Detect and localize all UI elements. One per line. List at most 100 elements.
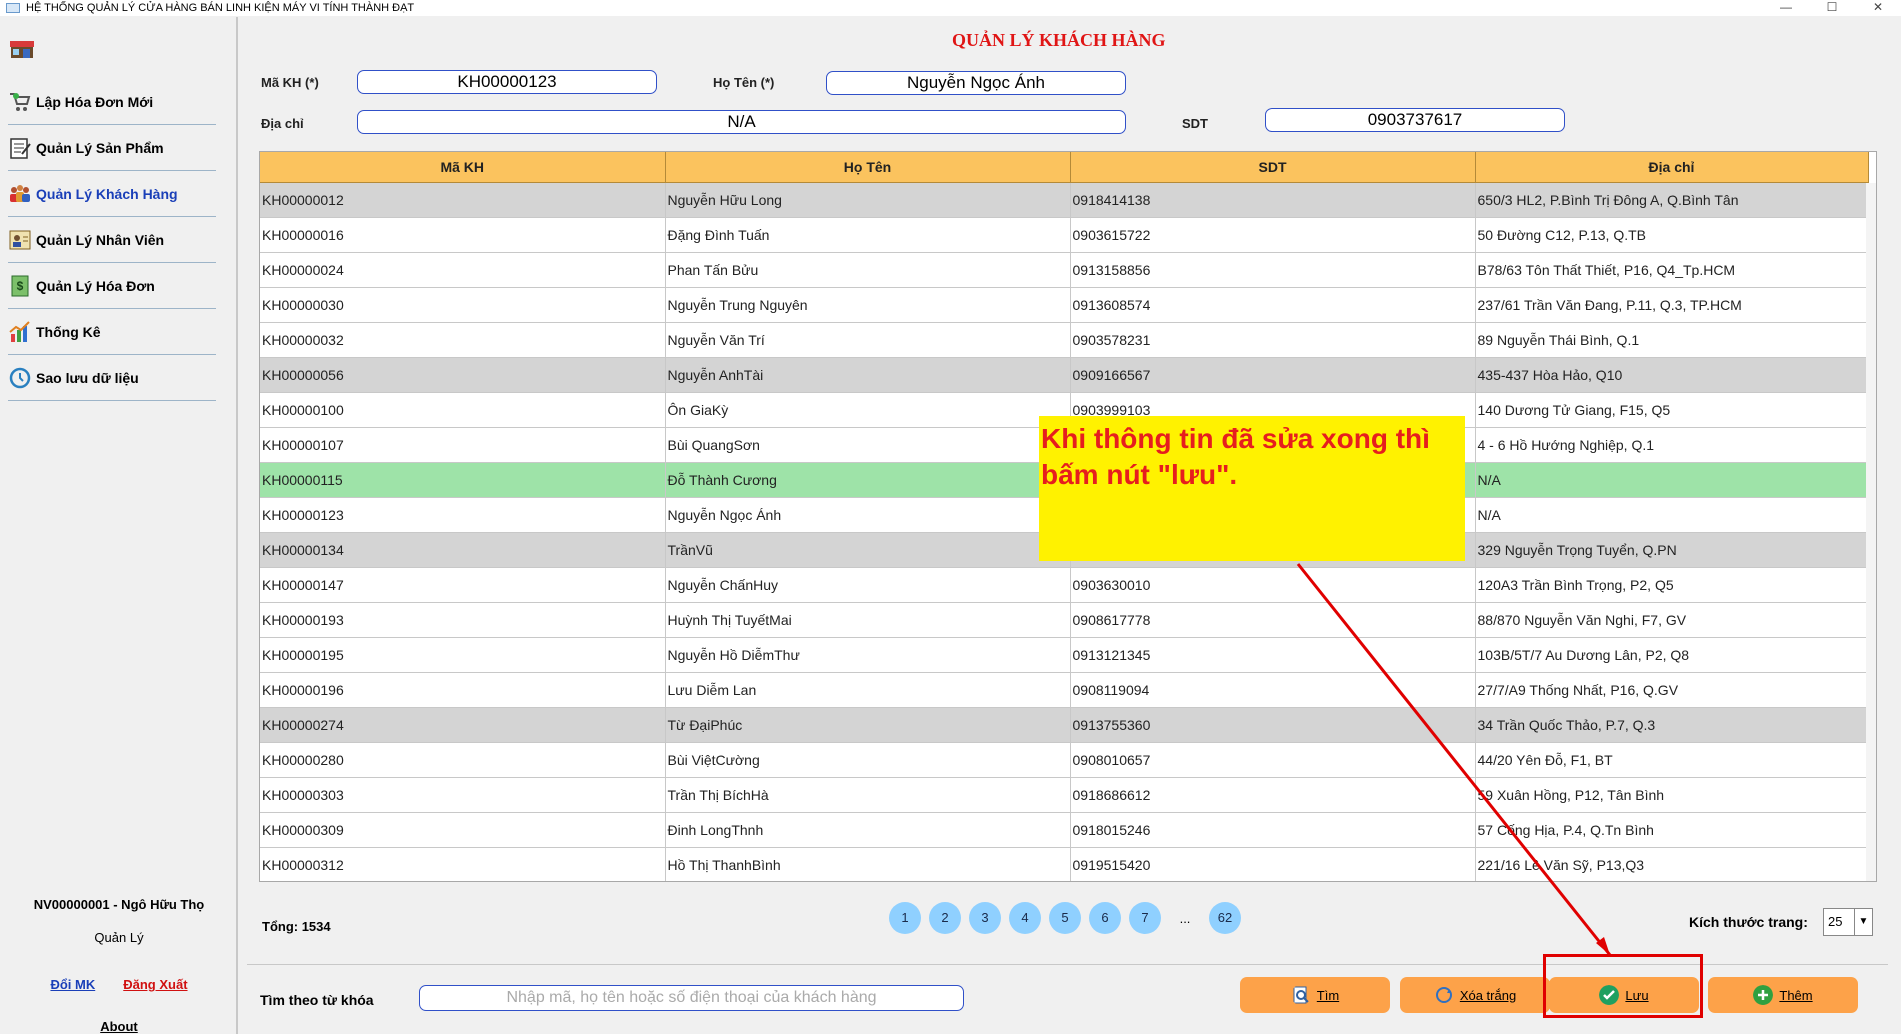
- table-cell[interactable]: Nguyễn Hồ DiễmThư: [665, 637, 1071, 673]
- table-cell[interactable]: 120A3 Trần Bình Trọng, P2, Q5: [1475, 567, 1869, 603]
- table-row[interactable]: KH00000195 Nguyễn Hồ DiễmThư 0913121345 103…: [260, 637, 1869, 673]
- table-cell[interactable]: KH00000280: [260, 742, 666, 778]
- table-cell[interactable]: Hồ Thị ThanhBình: [665, 847, 1071, 881]
- table-cell[interactable]: KH00000196: [260, 672, 666, 708]
- minimize-button[interactable]: —: [1763, 0, 1809, 16]
- table-cell[interactable]: Phan Tấn Bửu: [665, 252, 1071, 288]
- table-cell[interactable]: 0918015246: [1070, 812, 1476, 848]
- add-button[interactable]: Thêm: [1708, 977, 1858, 1013]
- sidebar-item-nhan-vien[interactable]: Quản Lý Nhân Viên: [8, 217, 216, 263]
- column-header-ma-kh[interactable]: Mã KH: [260, 152, 666, 183]
- sidebar-item-san-pham[interactable]: Quản Lý Sản Phẩm: [8, 125, 216, 171]
- table-cell[interactable]: KH00000012: [260, 182, 666, 218]
- table-cell[interactable]: 0908119094: [1070, 672, 1476, 708]
- column-header-dia-chi[interactable]: Địa chỉ: [1475, 152, 1869, 183]
- page-button-3[interactable]: 3: [969, 902, 1001, 934]
- table-row[interactable]: KH00000056 Nguyễn AnhTài 0909166567 435-437…: [260, 357, 1869, 393]
- change-password-link[interactable]: Đổi MK: [50, 977, 95, 992]
- table-cell[interactable]: 0908617778: [1070, 602, 1476, 638]
- sidebar-item-khach-hang[interactable]: Quản Lý Khách Hàng: [8, 171, 216, 217]
- logout-link[interactable]: Đăng Xuất: [123, 977, 187, 992]
- table-row[interactable]: KH00000016 Đặng Đình Tuấn 0903615722 50 Đườ…: [260, 217, 1869, 253]
- table-row[interactable]: KH00000303 Trần Thị BíchHà 0918686612 59 Xu…: [260, 777, 1869, 813]
- table-cell[interactable]: Đinh LongThnh: [665, 812, 1071, 848]
- table-cell[interactable]: TrầnVũ: [665, 532, 1071, 568]
- table-cell[interactable]: B78/63 Tôn Thất Thiết, P16, Q4_Tp.HCM: [1475, 252, 1869, 288]
- maximize-button[interactable]: ☐: [1809, 0, 1855, 16]
- table-cell[interactable]: N/A: [1475, 497, 1869, 533]
- column-header-ho-ten[interactable]: Họ Tên: [665, 152, 1071, 183]
- table-cell[interactable]: 34 Trần Quốc Thảo, P.7, Q.3: [1475, 707, 1869, 743]
- table-cell[interactable]: 435-437 Hòa Hảo, Q10: [1475, 357, 1869, 393]
- table-cell[interactable]: Nguyễn Trung Nguyên: [665, 287, 1071, 323]
- table-cell[interactable]: 4 - 6 Hồ Hướng Nghiệp, Q.1: [1475, 427, 1869, 463]
- page-button-2[interactable]: 2: [929, 902, 961, 934]
- table-cell[interactable]: Nguyễn ChấnHuy: [665, 567, 1071, 603]
- table-cell[interactable]: 0909166567: [1070, 357, 1476, 393]
- page-button-7[interactable]: 7: [1129, 902, 1161, 934]
- page-size-select[interactable]: 25 ▼: [1823, 908, 1873, 936]
- table-cell[interactable]: KH00000147: [260, 567, 666, 603]
- table-row[interactable]: KH00000012 Nguyễn Hữu Long 0918414138 650/3…: [260, 182, 1869, 218]
- ma-kh-field[interactable]: KH00000123: [357, 70, 657, 94]
- table-cell[interactable]: 0903615722: [1070, 217, 1476, 253]
- table-cell[interactable]: 50 Đường C12, P.13, Q.TB: [1475, 217, 1869, 253]
- table-cell[interactable]: 0913158856: [1070, 252, 1476, 288]
- table-row[interactable]: KH00000030 Nguyễn Trung Nguyên 0913608574 2…: [260, 287, 1869, 323]
- close-button[interactable]: ✕: [1855, 0, 1901, 16]
- table-cell[interactable]: 329 Nguyễn Trọng Tuyển, Q.PN: [1475, 532, 1869, 568]
- table-cell[interactable]: KH00000195: [260, 637, 666, 673]
- table-cell[interactable]: KH00000193: [260, 602, 666, 638]
- table-cell[interactable]: Đỗ Thành Cương: [665, 462, 1071, 498]
- table-row[interactable]: KH00000032 Nguyễn Văn Trí 0903578231 89 Ngu…: [260, 322, 1869, 358]
- table-cell[interactable]: 0918686612: [1070, 777, 1476, 813]
- page-button-5[interactable]: 5: [1049, 902, 1081, 934]
- table-cell[interactable]: KH00000016: [260, 217, 666, 253]
- table-row[interactable]: KH00000312 Hồ Thị ThanhBình 0919515420 221/…: [260, 847, 1869, 881]
- table-cell[interactable]: 0913755360: [1070, 707, 1476, 743]
- page-button-1[interactable]: 1: [889, 902, 921, 934]
- column-header-sdt[interactable]: SDT: [1070, 152, 1476, 183]
- table-cell[interactable]: KH00000274: [260, 707, 666, 743]
- table-row[interactable]: KH00000309 Đinh LongThnh 0918015246 57 Cống…: [260, 812, 1869, 848]
- table-cell[interactable]: KH00000100: [260, 392, 666, 428]
- page-button-4[interactable]: 4: [1009, 902, 1041, 934]
- table-cell[interactable]: 59 Xuân Hồng, P12, Tân Bình: [1475, 777, 1869, 813]
- table-cell[interactable]: 0903630010: [1070, 567, 1476, 603]
- table-cell[interactable]: 140 Dương Tử Giang, F15, Q5: [1475, 392, 1869, 428]
- table-cell[interactable]: KH00000303: [260, 777, 666, 813]
- table-cell[interactable]: Huỳnh Thị TuyếtMai: [665, 602, 1071, 638]
- table-cell[interactable]: 89 Nguyễn Thái Bình, Q.1: [1475, 322, 1869, 358]
- search-input[interactable]: Nhập mã, họ tên hoặc số điện thoại của k…: [419, 985, 964, 1011]
- table-cell[interactable]: Nguyễn Ngọc Ánh: [665, 497, 1071, 533]
- sdt-field[interactable]: 0903737617: [1265, 108, 1565, 132]
- table-cell[interactable]: KH00000024: [260, 252, 666, 288]
- table-cell[interactable]: N/A: [1475, 462, 1869, 498]
- table-cell[interactable]: 0919515420: [1070, 847, 1476, 881]
- table-cell[interactable]: Nguyễn Văn Trí: [665, 322, 1071, 358]
- table-row[interactable]: KH00000196 Lưu Diễm Lan 0908119094 27/7/A9 …: [260, 672, 1869, 708]
- table-cell[interactable]: 88/870 Nguyễn Văn Nghi, F7, GV: [1475, 602, 1869, 638]
- page-button-last[interactable]: 62: [1209, 902, 1241, 934]
- table-scrollbar[interactable]: [1866, 183, 1876, 881]
- sidebar-item-sao-luu[interactable]: Sao lưu dữ liệu: [8, 355, 216, 401]
- table-cell[interactable]: Bùi QuangSơn: [665, 427, 1071, 463]
- table-cell[interactable]: KH00000123: [260, 497, 666, 533]
- table-cell[interactable]: 221/16 Lê Văn Sỹ, P13,Q3: [1475, 847, 1869, 881]
- table-cell[interactable]: 103B/5T/7 Au Dương Lân, P2, Q8: [1475, 637, 1869, 673]
- table-cell[interactable]: Nguyễn Hữu Long: [665, 182, 1071, 218]
- table-cell[interactable]: Bùi ViệtCường: [665, 742, 1071, 778]
- table-row[interactable]: KH00000147 Nguyễn ChấnHuy 0903630010 120A3 …: [260, 567, 1869, 603]
- table-cell[interactable]: Nguyễn AnhTài: [665, 357, 1071, 393]
- table-cell[interactable]: KH00000134: [260, 532, 666, 568]
- table-cell[interactable]: KH00000056: [260, 357, 666, 393]
- table-row[interactable]: KH00000274 Từ ĐạiPhúc 0913755360 34 Trần Qu…: [260, 707, 1869, 743]
- table-cell[interactable]: KH00000115: [260, 462, 666, 498]
- table-cell[interactable]: KH00000312: [260, 847, 666, 881]
- dia-chi-field[interactable]: N/A: [357, 110, 1126, 134]
- table-cell[interactable]: Đặng Đình Tuấn: [665, 217, 1071, 253]
- table-cell[interactable]: Từ ĐạiPhúc: [665, 707, 1071, 743]
- clear-button[interactable]: Xóa trắng: [1400, 977, 1550, 1013]
- table-cell[interactable]: 0913608574: [1070, 287, 1476, 323]
- table-cell[interactable]: 0913121345: [1070, 637, 1476, 673]
